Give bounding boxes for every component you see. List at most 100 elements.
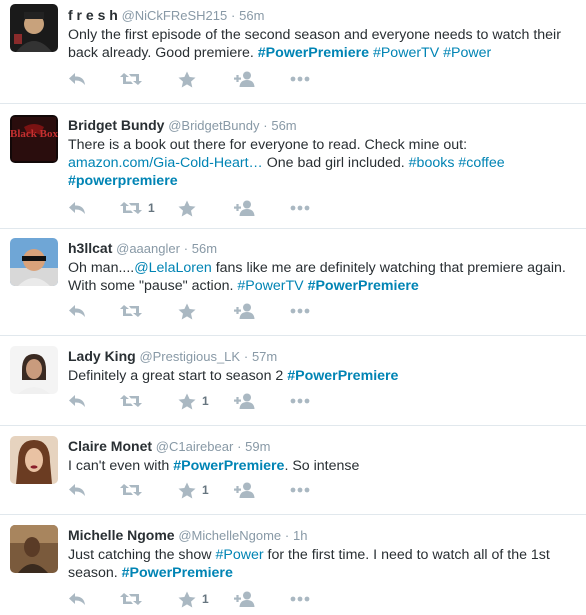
tweet-text-segment: There is a book out there for everyone t… [68,137,468,153]
favorite-button[interactable]: 1 [178,391,234,411]
tweet[interactable]: h3llcat @aaangler · 56m Oh man....@LelaL… [0,229,586,336]
favorite-count: 1 [202,592,209,606]
tweet-header: Claire Monet @C1airebear · 59m [68,437,578,456]
hashtag-link[interactable]: #Power [443,45,491,61]
timestamp[interactable]: 56m [239,8,264,23]
retweet-button[interactable] [120,480,178,500]
tweet-text: Just catching the show #Power for the fi… [68,546,578,582]
follow-button[interactable] [234,480,290,500]
fullname[interactable]: Michelle Ngome [68,527,175,543]
hashtag-link[interactable]: #PowerPremiere [122,565,233,581]
hashtag-link[interactable]: #powerpremiere [68,173,178,189]
tweet-header: f r e s h @NiCkFReSH215 · 56m [68,6,578,25]
retweet-icon [120,200,142,216]
avatar[interactable] [10,346,58,394]
avatar[interactable] [10,436,58,484]
reply-icon [68,482,86,498]
star-icon [178,482,196,499]
reply-icon [68,591,86,607]
tweet[interactable]: f r e s h @NiCkFReSH215 · 56m Only the f… [0,0,586,104]
avatar[interactable] [10,238,58,286]
timestamp[interactable]: 56m [271,118,296,133]
avatar[interactable] [10,4,58,52]
hashtag-link[interactable]: #books [409,155,455,171]
avatar[interactable] [10,525,58,573]
hashtag-link[interactable]: #PowerPremiere [258,45,369,61]
star-icon [178,591,196,608]
follow-button[interactable] [234,301,290,321]
tweet-text-segment: Oh man.... [68,260,135,276]
retweet-button[interactable] [120,69,178,89]
hashtag-link[interactable]: #PowerPremiere [308,278,419,294]
username[interactable]: @MichelleNgome [178,528,281,543]
reply-icon [68,303,86,319]
fullname[interactable]: Bridget Bundy [68,117,164,133]
reply-button[interactable] [68,480,120,500]
tweet[interactable]: Michelle Ngome @MichelleNgome · 1h Just … [0,515,586,615]
hashtag-link[interactable]: #PowerTV [373,45,439,61]
mention-link[interactable]: @LelaLoren [134,260,212,276]
follow-button[interactable] [234,198,290,218]
more-button[interactable] [290,198,320,218]
reply-button[interactable] [68,391,120,411]
tweet-actions: 1 [68,589,320,609]
retweet-button[interactable] [120,391,178,411]
timestamp[interactable]: 56m [192,241,217,256]
hashtag-link[interactable]: #PowerPremiere [287,368,398,384]
reply-button[interactable] [68,198,120,218]
tweet[interactable]: Lady King @Prestigious_LK · 57m Definite… [0,336,586,426]
retweet-icon [120,71,142,87]
hashtag-link[interactable]: #PowerPremiere [173,458,284,474]
follow-button[interactable] [234,589,290,609]
more-icon [290,205,310,211]
favorite-button[interactable] [178,69,234,89]
fullname[interactable]: Lady King [68,348,136,364]
follow-button[interactable] [234,69,290,89]
username[interactable]: @NiCkFReSH215 [122,8,228,23]
hashtag-link[interactable]: #Power [215,547,263,563]
fullname[interactable]: f r e s h [68,7,118,23]
avatar[interactable]: Black Box [10,115,58,163]
more-button[interactable] [290,301,320,321]
tweet-stream: f r e s h @NiCkFReSH215 · 56m Only the f… [0,0,586,615]
reply-button[interactable] [68,69,120,89]
tweet-text-segment: I can't even with [68,458,174,474]
reply-button[interactable] [68,301,120,321]
url-link[interactable]: amazon.com/Gia-Cold-Heart… [68,155,263,171]
favorite-button[interactable] [178,198,234,218]
retweet-button[interactable]: 1 [120,198,178,218]
favorite-button[interactable] [178,301,234,321]
separator: · [237,439,242,454]
username[interactable]: @aaangler [116,241,180,256]
tweet[interactable]: Black Box Bridget Bundy @BridgetBundy · … [0,104,586,229]
tweet-header: Bridget Bundy @BridgetBundy · 56m [68,116,578,135]
hashtag-link[interactable]: #coffee [458,155,504,171]
username[interactable]: @BridgetBundy [168,118,259,133]
favorite-button[interactable]: 1 [178,589,234,609]
follow-icon [234,200,256,216]
more-icon [290,308,310,314]
timestamp[interactable]: 59m [245,439,270,454]
favorite-count: 1 [202,483,209,497]
username[interactable]: @C1airebear [156,439,234,454]
tweet[interactable]: Claire Monet @C1airebear · 59m I can't e… [0,426,586,515]
more-button[interactable] [290,391,320,411]
favorite-button[interactable]: 1 [178,480,234,500]
reply-button[interactable] [68,589,120,609]
hashtag-link[interactable]: #PowerTV [237,278,303,294]
star-icon [178,303,196,320]
more-button[interactable] [290,589,320,609]
timestamp[interactable]: 1h [293,528,307,543]
retweet-button[interactable] [120,301,178,321]
follow-button[interactable] [234,391,290,411]
fullname[interactable]: Claire Monet [68,438,152,454]
more-icon [290,398,310,404]
retweet-button[interactable] [120,589,178,609]
fullname[interactable]: h3llcat [68,240,112,256]
tweet-text-segment: One bad girl included. [262,155,409,171]
timestamp[interactable]: 57m [252,349,277,364]
tweet-text: Definitely a great start to season 2 #Po… [68,367,578,385]
more-button[interactable] [290,480,320,500]
username[interactable]: @Prestigious_LK [139,349,240,364]
more-button[interactable] [290,69,320,89]
